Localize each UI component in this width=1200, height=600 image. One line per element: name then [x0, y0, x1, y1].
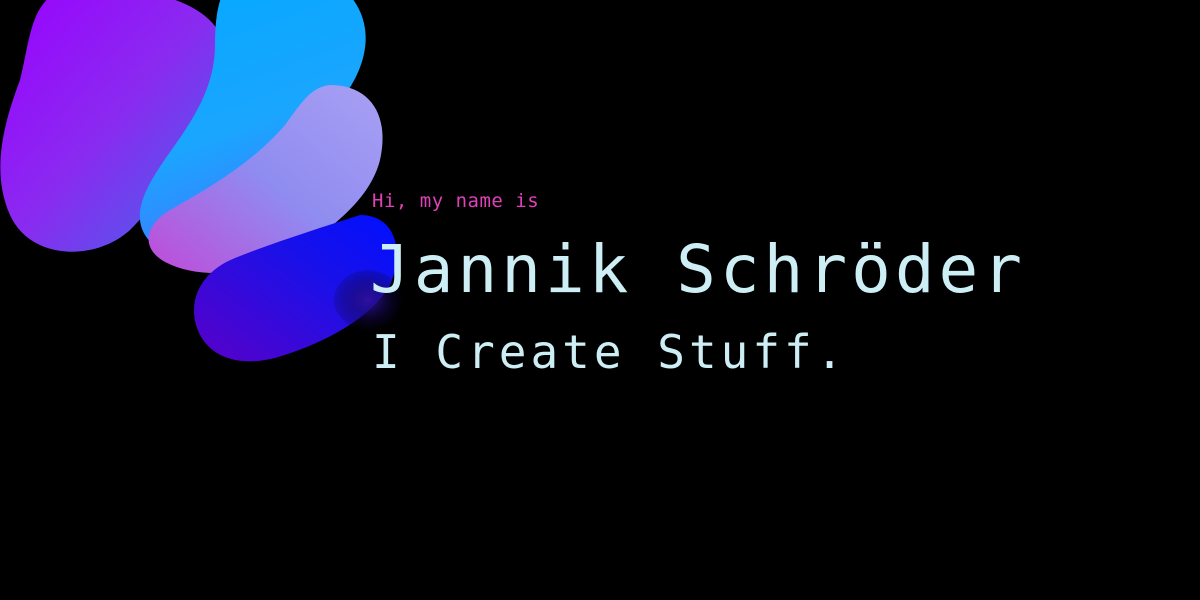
hero-text-block: Hi, my name is Jannik Schröder I Create … — [370, 186, 1027, 382]
name-heading: Jannik Schröder — [370, 231, 1027, 308]
abstract-gradient-blob — [0, 0, 402, 362]
hero-page: Hi, my name is Jannik Schröder I Create … — [0, 0, 1200, 600]
intro-text: Hi, my name is — [372, 190, 540, 212]
tagline-heading: I Create Stuff. — [372, 325, 848, 379]
